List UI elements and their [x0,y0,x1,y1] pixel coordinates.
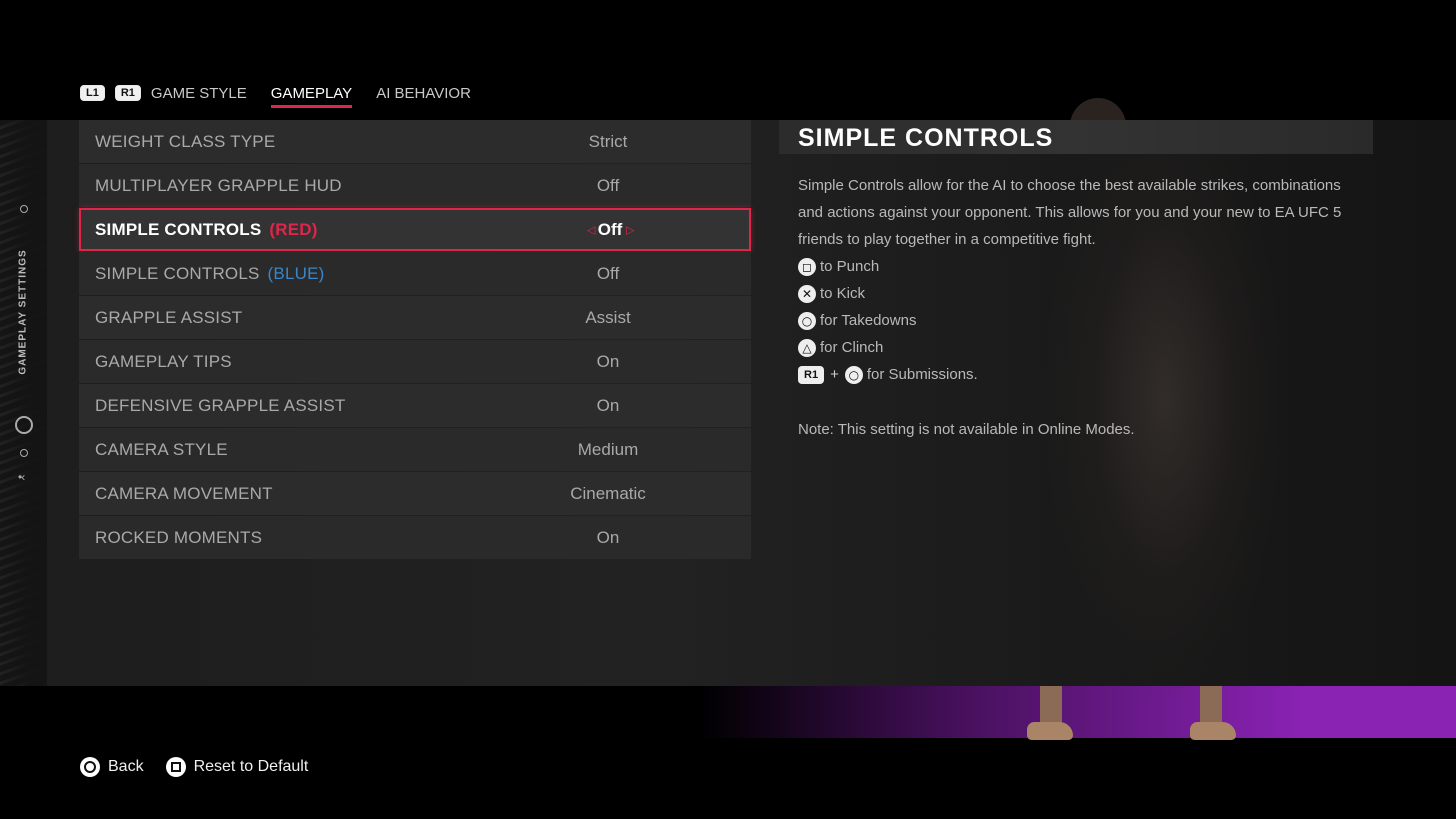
setting-row-simple-controls-red[interactable]: SIMPLE CONTROLS (RED) ◁ Off ▷ [79,208,751,251]
setting-value: Off [596,175,620,195]
setting-label: CAMERA STYLE [95,439,228,459]
setting-value: Cinematic [570,483,646,503]
control-text: to Punch [820,258,880,275]
info-title: SIMPLE CONTROLS [798,124,1054,152]
setting-value: Medium [577,439,639,459]
setting-label: SIMPLE CONTROLS (RED) [95,219,318,239]
setting-value: Off [597,219,623,239]
plus-sign: + [830,366,839,383]
back-button[interactable]: Back [80,757,144,777]
setting-row-rocked-moments[interactable]: ROCKED MOMENTS On [79,516,751,559]
more-icon: •‹ [18,470,25,484]
setting-value: On [596,395,620,415]
control-row: ◻ to Punch [798,253,1363,280]
setting-value: On [596,527,620,547]
cross-button-icon: ✕ [798,284,816,303]
tab-gameplay[interactable]: GAMEPLAY [270,85,353,108]
setting-row-multiplayer-grapple-hud[interactable]: MULTIPLAYER GRAPPLE HUD Off [79,164,751,207]
setting-label: GAMEPLAY TIPS [95,351,232,371]
circle-button-icon [80,757,100,777]
side-title: GAMEPLAY SETTINGS [17,249,29,375]
setting-row-grapple-assist[interactable]: GRAPPLE ASSIST Assist [79,296,751,339]
setting-value: On [596,351,620,371]
info-description: Simple Controls allow for the AI to choo… [798,177,1342,248]
back-label: Back [108,758,144,775]
r1-button-icon[interactable]: R1 [114,85,141,101]
setting-value: Strict [588,131,628,151]
setting-value: Off [596,263,620,283]
fighter-foot [1027,722,1073,740]
blue-corner-tag: (BLUE) [267,263,325,283]
l1-button-icon[interactable]: L1 [80,85,105,101]
square-button-icon: ◻ [798,257,816,276]
setting-label: SIMPLE CONTROLS (BLUE) [95,263,325,283]
control-text: for Takedowns [820,312,917,329]
control-text: for Submissions. [866,366,978,383]
setting-label: GRAPPLE ASSIST [95,307,243,327]
control-text: for Clinch [820,339,884,356]
setting-row-simple-controls-blue[interactable]: SIMPLE CONTROLS (BLUE) Off [79,252,751,295]
reset-to-default-button[interactable]: Reset to Default [165,757,309,777]
side-dot-icon [20,205,28,213]
info-title-banner: SIMPLE CONTROLS [779,120,1373,154]
setting-label: WEIGHT CLASS TYPE [95,131,276,151]
setting-row-gameplay-tips[interactable]: GAMEPLAY TIPS On [79,340,751,383]
setting-label: CAMERA MOVEMENT [95,483,273,503]
gear-icon [15,416,33,434]
tab-bar: L1 R1 GAME STYLE GAMEPLAY AI BEHAVIOR [80,78,495,108]
footer-prompts: Back Reset to Default [80,757,330,777]
control-row: ○ for Takedowns [798,307,1363,334]
setting-label: DEFENSIVE GRAPPLE ASSIST [95,395,346,415]
arrow-right-icon[interactable]: ▷ [626,223,634,236]
control-row: △ for Clinch [798,334,1363,361]
setting-row-defensive-grapple-assist[interactable]: DEFENSIVE GRAPPLE ASSIST On [79,384,751,427]
control-row: ✕ to Kick [798,280,1363,307]
info-panel: SIMPLE CONTROLS [779,120,1373,154]
side-dot-icon [20,449,28,457]
settings-list: WEIGHT CLASS TYPE Strict MULTIPLAYER GRA… [79,120,751,560]
arrow-left-icon[interactable]: ◁ [587,223,595,236]
setting-label: MULTIPLAYER GRAPPLE HUD [95,175,342,195]
setting-value: Assist [585,307,631,327]
circle-button-icon: ○ [798,311,816,330]
info-note: Note: This setting is not available in O… [798,421,1135,438]
fighter-foot [1190,722,1236,740]
tab-game-style[interactable]: GAME STYLE [151,85,247,108]
reset-label: Reset to Default [193,758,309,775]
control-text: to Kick [820,285,866,302]
setting-row-camera-movement[interactable]: CAMERA MOVEMENT Cinematic [79,472,751,515]
setting-row-camera-style[interactable]: CAMERA STYLE Medium [79,428,751,471]
control-row: R1 + ○ for Submissions. [798,361,1363,388]
r1-button-icon: R1 [798,365,825,384]
square-button-icon [165,757,186,777]
setting-row-weight-class-type[interactable]: WEIGHT CLASS TYPE Strict [79,120,751,163]
setting-label: ROCKED MOMENTS [95,527,263,547]
triangle-button-icon: △ [798,338,816,357]
tab-ai-behavior[interactable]: AI BEHAVIOR [376,85,471,108]
info-body: Simple Controls allow for the AI to choo… [798,172,1363,443]
red-corner-tag: (RED) [269,219,318,239]
circle-button-icon: ○ [844,365,863,384]
